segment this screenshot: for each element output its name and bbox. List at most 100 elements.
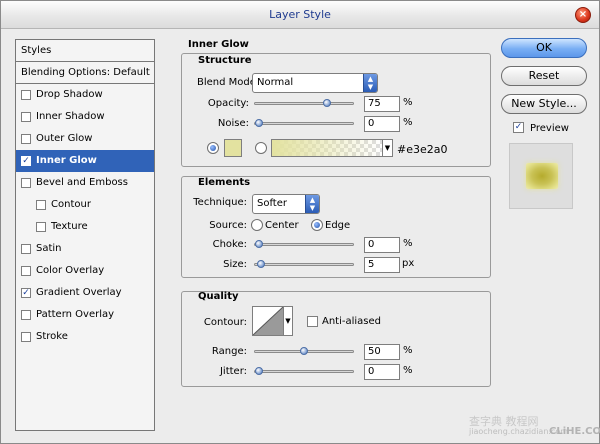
- style-item-checkbox[interactable]: [21, 266, 31, 276]
- choke-input[interactable]: 0: [364, 237, 400, 253]
- range-label: Range:: [211, 346, 247, 357]
- glow-color-swatch[interactable]: [224, 139, 242, 157]
- range-slider-thumb[interactable]: [300, 347, 308, 355]
- style-item-checkbox[interactable]: [36, 222, 46, 232]
- style-item-checkbox[interactable]: [21, 178, 31, 188]
- preview-checkbox[interactable]: ✓: [513, 122, 524, 133]
- jitter-unit: %: [403, 365, 413, 376]
- glow-gradient-picker[interactable]: [271, 139, 383, 157]
- style-item-contour[interactable]: Contour: [16, 194, 154, 216]
- size-input[interactable]: 5: [364, 257, 400, 273]
- style-item-label: Color Overlay: [36, 265, 105, 276]
- new-style-button[interactable]: New Style...: [501, 94, 587, 114]
- style-item-checkbox[interactable]: [21, 134, 31, 144]
- style-item-checkbox[interactable]: ✓: [21, 156, 31, 166]
- noise-slider-thumb[interactable]: [255, 119, 263, 127]
- noise-unit: %: [403, 117, 413, 128]
- style-item-label: Inner Shadow: [36, 111, 105, 122]
- styles-header[interactable]: Styles: [16, 40, 154, 62]
- size-label: Size:: [223, 259, 247, 270]
- style-item-drop-shadow[interactable]: Drop Shadow: [16, 84, 154, 106]
- style-item-satin[interactable]: Satin: [16, 238, 154, 260]
- choke-slider-thumb[interactable]: [255, 240, 263, 248]
- glow-hex-label: #e3e2a0: [397, 143, 448, 156]
- noise-label: Noise:: [217, 118, 249, 129]
- noise-input[interactable]: 0: [364, 116, 400, 132]
- noise-slider[interactable]: [254, 119, 354, 127]
- style-item-checkbox[interactable]: [21, 332, 31, 342]
- style-item-checkbox[interactable]: [21, 244, 31, 254]
- size-slider-thumb[interactable]: [257, 260, 265, 268]
- jitter-slider[interactable]: [254, 367, 354, 375]
- blend-mode-dropdown[interactable]: Normal ▲ ▼: [252, 73, 378, 93]
- ok-button[interactable]: OK: [501, 38, 587, 58]
- style-item-checkbox[interactable]: [21, 112, 31, 122]
- style-item-label: Texture: [51, 221, 88, 232]
- size-unit: px: [402, 258, 415, 269]
- size-slider[interactable]: [254, 260, 354, 268]
- range-slider[interactable]: [254, 347, 354, 355]
- quality-title: Quality: [198, 291, 239, 302]
- jitter-input[interactable]: 0: [364, 364, 400, 380]
- gradient-chevron-down-icon[interactable]: ▼: [382, 139, 393, 157]
- source-edge-label: Edge: [325, 220, 351, 231]
- chevron-updown-icon: ▲ ▼: [363, 74, 377, 92]
- style-item-inner-shadow[interactable]: Inner Shadow: [16, 106, 154, 128]
- choke-slider[interactable]: [254, 240, 354, 248]
- range-unit: %: [403, 345, 413, 356]
- style-item-label: Stroke: [36, 331, 68, 342]
- style-item-gradient-overlay[interactable]: ✓ Gradient Overlay: [16, 282, 154, 304]
- gradient-radio[interactable]: [255, 142, 267, 154]
- source-center-radio[interactable]: [251, 219, 263, 231]
- style-items: Drop Shadow Inner Shadow Outer Glow ✓ Inner …: [16, 84, 154, 348]
- range-input[interactable]: 50: [364, 344, 400, 360]
- style-item-checkbox[interactable]: ✓: [21, 288, 31, 298]
- contour-chevron-down-icon[interactable]: ▼: [283, 306, 293, 336]
- layer-style-dialog: Layer Style × Styles Blending Options: D…: [0, 0, 600, 444]
- opacity-label: Opacity:: [207, 98, 249, 109]
- style-item-color-overlay[interactable]: Color Overlay: [16, 260, 154, 282]
- blend-mode-value: Normal: [257, 77, 294, 88]
- style-item-checkbox[interactable]: [21, 310, 31, 320]
- jitter-label: Jitter:: [219, 366, 247, 377]
- style-item-inner-glow[interactable]: ✓ Inner Glow: [16, 150, 154, 172]
- blending-options-item[interactable]: Blending Options: Default: [16, 62, 154, 84]
- reset-button[interactable]: Reset: [501, 66, 587, 86]
- styles-list: Styles Blending Options: Default Drop Sh…: [15, 39, 155, 431]
- opacity-unit: %: [403, 97, 413, 108]
- source-edge-radio[interactable]: [311, 219, 323, 231]
- style-item-label: Gradient Overlay: [36, 287, 122, 298]
- style-item-label: Drop Shadow: [36, 89, 103, 100]
- style-item-checkbox[interactable]: [21, 90, 31, 100]
- preview-swatch: [526, 163, 558, 189]
- jitter-slider-thumb[interactable]: [255, 367, 263, 375]
- opacity-slider-thumb[interactable]: [323, 99, 331, 107]
- style-item-bevel-and-emboss[interactable]: Bevel and Emboss: [16, 172, 154, 194]
- style-item-label: Pattern Overlay: [36, 309, 115, 320]
- technique-dropdown[interactable]: Softer ▲ ▼: [252, 194, 320, 214]
- style-item-pattern-overlay[interactable]: Pattern Overlay: [16, 304, 154, 326]
- style-item-outer-glow[interactable]: Outer Glow: [16, 128, 154, 150]
- source-label: Source:: [209, 220, 247, 231]
- chevron-updown-icon: ▲ ▼: [305, 195, 319, 213]
- inner-glow-title: Inner Glow: [188, 39, 249, 50]
- technique-value: Softer: [257, 198, 287, 209]
- solid-color-radio[interactable]: [207, 142, 219, 154]
- opacity-input[interactable]: 75: [364, 96, 400, 112]
- anti-aliased-label: Anti-aliased: [322, 316, 382, 327]
- close-icon[interactable]: ×: [575, 7, 591, 23]
- style-item-label: Bevel and Emboss: [36, 177, 128, 188]
- style-item-checkbox[interactable]: [36, 200, 46, 210]
- style-item-label: Outer Glow: [36, 133, 93, 144]
- opacity-slider[interactable]: [254, 99, 354, 107]
- window-title: Layer Style: [269, 8, 331, 21]
- watermark-logo: CLiHE.COM: [549, 426, 600, 437]
- style-item-texture[interactable]: Texture: [16, 216, 154, 238]
- source-center-label: Center: [265, 220, 299, 231]
- elements-title: Elements: [198, 177, 251, 188]
- choke-label: Choke:: [212, 239, 247, 250]
- style-item-stroke[interactable]: Stroke: [16, 326, 154, 348]
- technique-label: Technique:: [193, 197, 247, 208]
- contour-picker[interactable]: [252, 306, 284, 336]
- anti-aliased-checkbox[interactable]: [307, 316, 318, 327]
